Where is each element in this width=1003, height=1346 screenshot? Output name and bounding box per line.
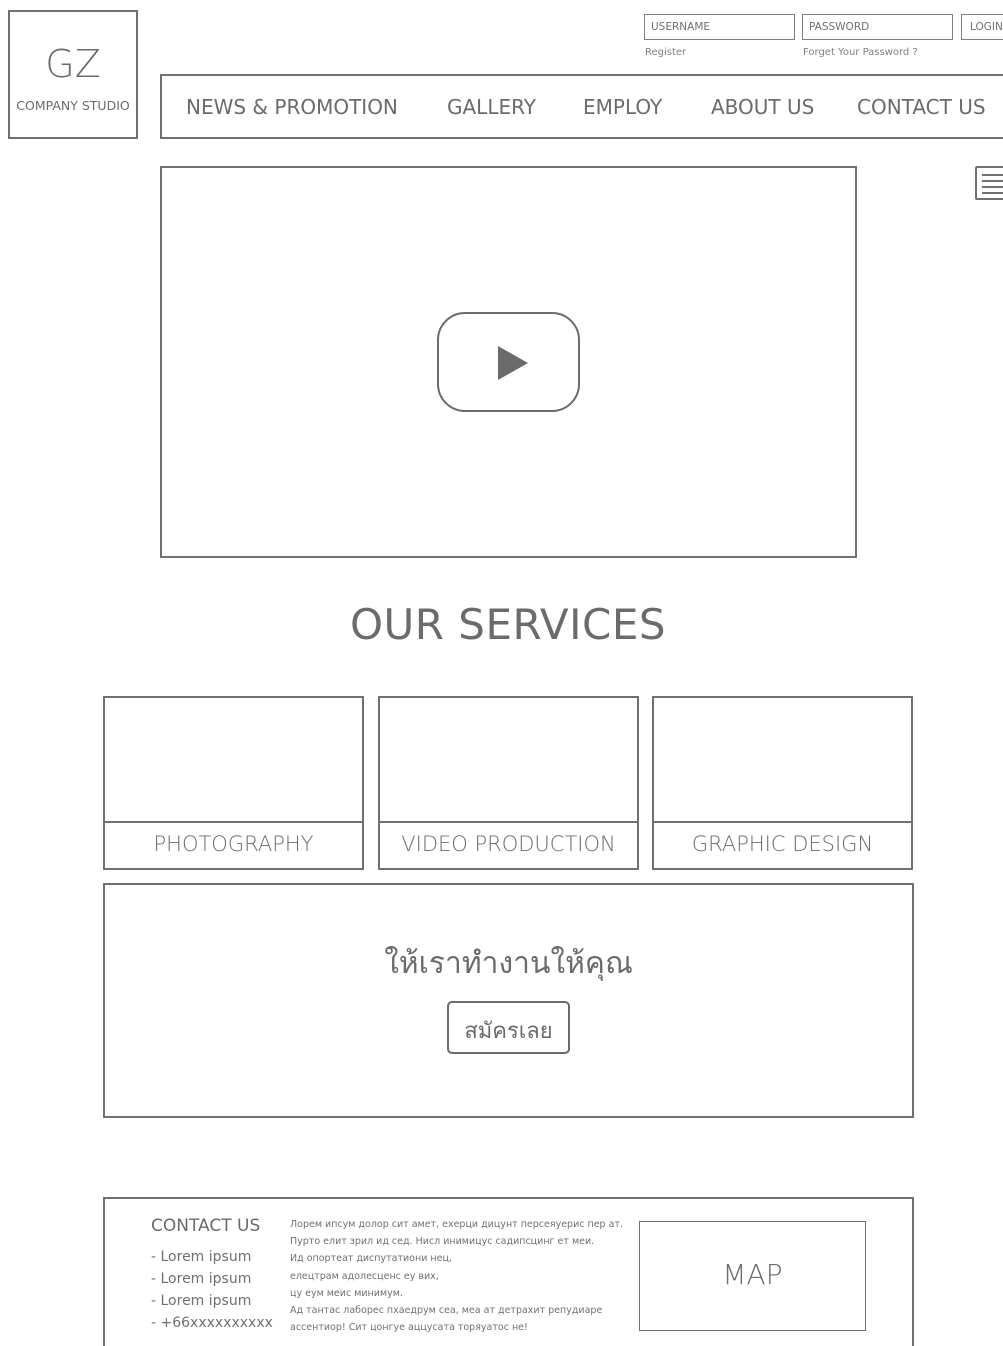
map-label: MAP <box>722 1258 783 1291</box>
nav-item-employ[interactable]: EMPLOY <box>583 95 662 119</box>
footer-contact-title: CONTACT US <box>151 1216 261 1236</box>
forgot-password-link[interactable]: Forget Your Password ? <box>803 47 918 58</box>
footer-text-line: елецтрам адолесценс еу вих, <box>290 1270 439 1282</box>
service-label: GRAPHIC DESIGN <box>691 832 874 856</box>
nav-item-gallery[interactable]: GALLERY <box>447 95 536 119</box>
footer-phone: - +66xxxxxxxxxx <box>151 1315 273 1331</box>
password-field[interactable]: PASSWORD <box>802 14 953 40</box>
footer-text-line: Лорем ипсум долор сит амет, ехерци дицун… <box>290 1219 623 1230</box>
footer-text-line: Ид опортеат диспутатиони нец, <box>290 1253 452 1265</box>
register-link[interactable]: Register <box>645 47 686 58</box>
company-logo[interactable]: GZ COMPANY STUDIO <box>8 10 138 139</box>
cta-heading: ให้เราทำงานให้คุณ <box>384 946 633 981</box>
footer-link[interactable]: - Lorem ipsum <box>151 1271 251 1287</box>
service-label: VIDEO PRODUCTION <box>401 832 616 856</box>
map-placeholder[interactable]: MAP <box>639 1221 866 1331</box>
service-image-placeholder <box>105 698 362 823</box>
service-label: PHOTOGRAPHY <box>153 832 314 856</box>
service-card-photography[interactable]: PHOTOGRAPHY <box>103 696 364 870</box>
login-button[interactable]: LOGIN <box>961 14 1003 40</box>
services-title: OUR SERVICES <box>349 600 667 649</box>
footer-link[interactable]: - Lorem ipsum <box>151 1293 251 1309</box>
service-image-placeholder <box>654 698 911 823</box>
nav-item-news-promotion[interactable]: NEWS & PROMOTION <box>186 95 398 119</box>
footer-text-line: цу еум меис минимум. <box>290 1287 403 1299</box>
footer-description: Лорем ипсум долор сит амет, ехерци дицун… <box>290 1216 630 1336</box>
nav-item-contact-us[interactable]: CONTACT US <box>857 95 986 119</box>
footer-link[interactable]: - Lorem ipsum <box>151 1249 251 1265</box>
footer-text-line: Пурто елит зрил ид сед. Нисл инимицус са… <box>290 1236 595 1248</box>
service-image-placeholder <box>380 698 637 823</box>
logo-company-name: COMPANY STUDIO <box>16 98 130 113</box>
hamburger-menu-icon[interactable] <box>975 166 1003 200</box>
play-icon <box>498 346 528 380</box>
service-card-video-production[interactable]: VIDEO PRODUCTION <box>378 696 639 870</box>
play-button[interactable] <box>437 312 580 412</box>
logo-mark: GZ <box>45 42 101 86</box>
footer-text-line: Ад тантас лаборес пхаедрум сеа, меа ат д… <box>290 1305 603 1317</box>
signup-button[interactable]: สมัครเลย <box>447 1001 570 1054</box>
nav-item-about-us[interactable]: ABOUT US <box>711 95 814 119</box>
username-field[interactable]: USERNAME <box>644 14 795 40</box>
footer-text-line: ассентиор! Сит цонгуе аццусата торяуатос… <box>290 1322 528 1334</box>
service-card-graphic-design[interactable]: GRAPHIC DESIGN <box>652 696 913 870</box>
